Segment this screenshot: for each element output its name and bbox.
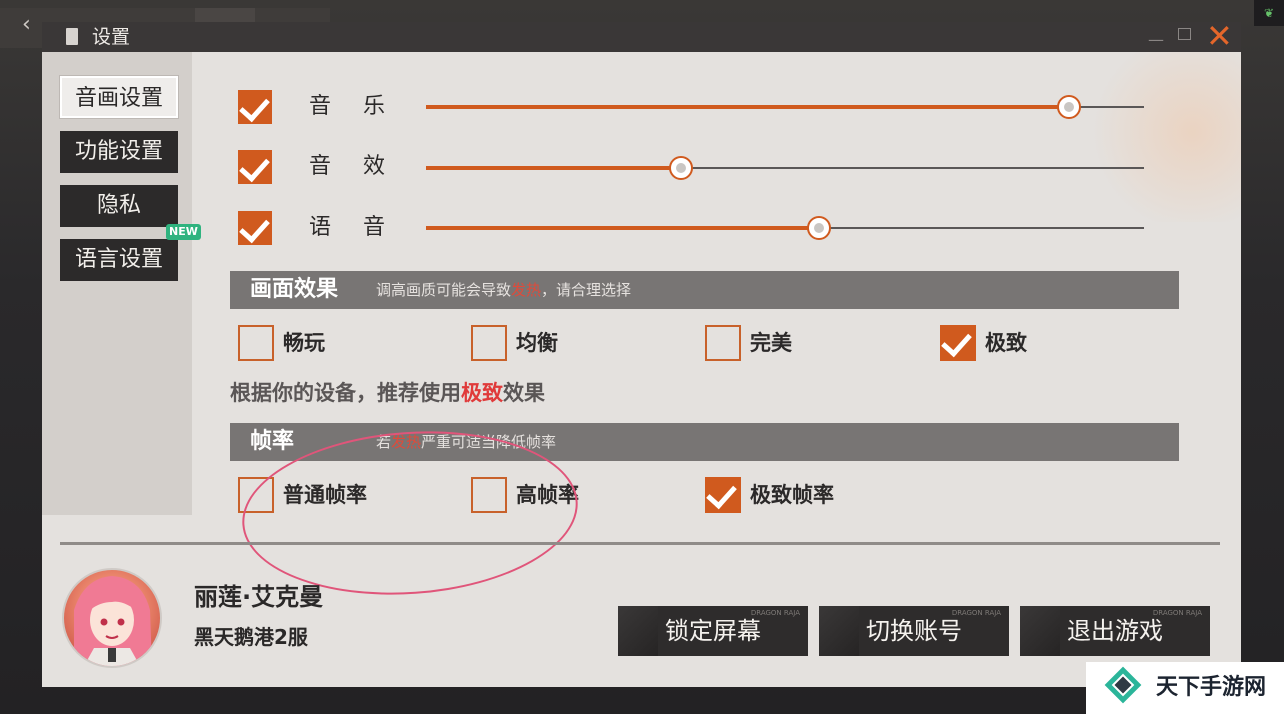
graphics-option-smooth-label[interactable]: 畅玩: [283, 326, 325, 360]
sfx-slider-handle[interactable]: [668, 156, 693, 180]
check-icon: [239, 90, 270, 123]
sfx-label: 音效: [309, 154, 418, 179]
recommendation-text: 根据你的设备，推荐使用极致效果: [230, 378, 545, 408]
graphics-option-perfect-label[interactable]: 完美: [750, 326, 792, 360]
leaf-icon: ❦: [1254, 0, 1284, 26]
music-slider-fill: [426, 105, 1069, 109]
close-icon[interactable]: ✕: [1206, 22, 1233, 54]
server-name: 黑天鹅港2服: [194, 625, 308, 649]
button-decoration: [819, 606, 859, 656]
exit-game-label: 退出游戏: [1067, 617, 1163, 645]
sidebar-item-features[interactable]: 功能设置: [60, 131, 178, 173]
maximize-icon[interactable]: [1178, 28, 1191, 40]
graphics-title: 画面效果: [250, 277, 339, 302]
graphics-hint-highlight: 发热: [511, 281, 542, 299]
voice-slider-fill: [426, 226, 820, 230]
switch-account-button[interactable]: 切换账号 DRAGON RAJA: [819, 606, 1009, 656]
sidebar-item-privacy[interactable]: 隐私: [60, 185, 178, 227]
sfx-checkbox[interactable]: [238, 150, 272, 184]
music-checkbox[interactable]: [238, 90, 272, 124]
settings-doc-icon: [66, 28, 78, 45]
sidebar-item-audio-video[interactable]: 音画设置: [60, 76, 178, 118]
graphics-hint: 调高画质可能会导致发热，请合理选择: [376, 271, 631, 309]
music-slider[interactable]: [426, 95, 1144, 119]
site-watermark-logo: 天下手游网: [1086, 662, 1284, 714]
button-decoration: [1020, 606, 1060, 656]
recommendation-highlight: 极致: [461, 381, 503, 405]
divider: [60, 542, 1220, 545]
music-label: 音乐: [309, 94, 418, 119]
framerate-title: 帧率: [250, 429, 295, 454]
sidebar: 音画设置 功能设置 隐私 语言设置: [42, 52, 192, 515]
check-icon: [239, 150, 270, 183]
new-badge: NEW: [166, 224, 201, 240]
graphics-hint-suffix: ，请合理选择: [541, 281, 632, 299]
music-slider-handle[interactable]: [1056, 95, 1081, 119]
corner-glow: [1082, 42, 1241, 222]
graphics-option-ultimate-label[interactable]: 极致: [985, 326, 1027, 360]
dragon-raja-watermark: DRAGON RAJA: [951, 609, 1001, 617]
graphics-option-balanced-checkbox[interactable]: [471, 325, 507, 361]
dragon-raja-watermark: DRAGON RAJA: [1152, 609, 1202, 617]
graphics-section-header: 画面效果 调高画质可能会导致发热，请合理选择: [230, 271, 1179, 309]
framerate-option-ultimate-label[interactable]: 极致帧率: [750, 478, 834, 512]
sfx-slider[interactable]: [426, 156, 1144, 180]
framerate-option-ultimate-checkbox[interactable]: [705, 477, 741, 513]
settings-window: 设置 — ✕ 音画设置 功能设置 隐私 语言设置 NEW 音乐 音效 语音 画面…: [42, 22, 1241, 687]
minimize-icon[interactable]: —: [1148, 30, 1164, 49]
back-arrow-icon: ‹: [22, 12, 31, 37]
graphics-option-smooth-checkbox[interactable]: [238, 325, 274, 361]
recommendation-prefix: 根据你的设备，推荐使用: [230, 381, 461, 405]
voice-slider-handle[interactable]: [807, 216, 832, 240]
check-icon: [706, 477, 737, 510]
avatar[interactable]: [62, 568, 162, 668]
window-title: 设置: [92, 26, 131, 48]
avatar-portrait: [74, 576, 152, 666]
button-decoration: [618, 606, 658, 656]
switch-account-label: 切换账号: [866, 617, 962, 645]
sfx-slider-fill: [426, 166, 681, 170]
graphics-option-balanced-label[interactable]: 均衡: [516, 326, 558, 360]
site-watermark-text: 天下手游网: [1156, 675, 1267, 700]
lock-screen-label: 锁定屏幕: [665, 617, 761, 645]
voice-label: 语音: [309, 215, 418, 240]
player-name: 丽莲·艾克曼: [194, 583, 324, 611]
check-icon: [239, 211, 270, 244]
voice-checkbox[interactable]: [238, 211, 272, 245]
graphics-option-perfect-checkbox[interactable]: [705, 325, 741, 361]
recommendation-suffix: 效果: [503, 381, 545, 405]
titlebar: 设置 — ✕: [42, 22, 1241, 54]
dragon-raja-watermark: DRAGON RAJA: [750, 609, 800, 617]
sidebar-item-language[interactable]: 语言设置: [60, 239, 178, 281]
exit-game-button[interactable]: 退出游戏 DRAGON RAJA: [1020, 606, 1210, 656]
graphics-hint-text: 调高画质可能会导致: [376, 281, 512, 299]
check-icon: [941, 325, 972, 358]
voice-slider[interactable]: [426, 216, 1144, 240]
lock-screen-button[interactable]: 锁定屏幕 DRAGON RAJA: [618, 606, 808, 656]
graphics-option-ultimate-checkbox[interactable]: [940, 325, 976, 361]
